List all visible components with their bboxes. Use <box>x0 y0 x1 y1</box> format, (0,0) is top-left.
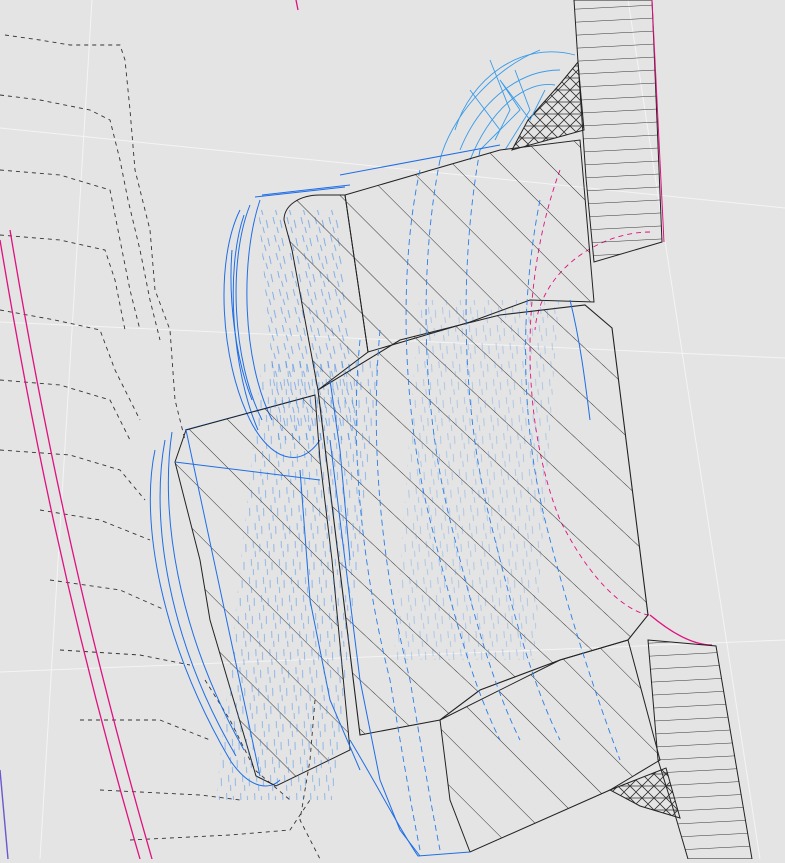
lower-rail-section <box>647 639 753 860</box>
cad-viewport[interactable] <box>0 0 785 860</box>
cad-section-view[interactable] <box>0 0 785 860</box>
top-wedge-crosshatch <box>511 60 585 151</box>
violet-edge-line <box>0 769 9 860</box>
wire-dense-band-right <box>393 300 560 660</box>
